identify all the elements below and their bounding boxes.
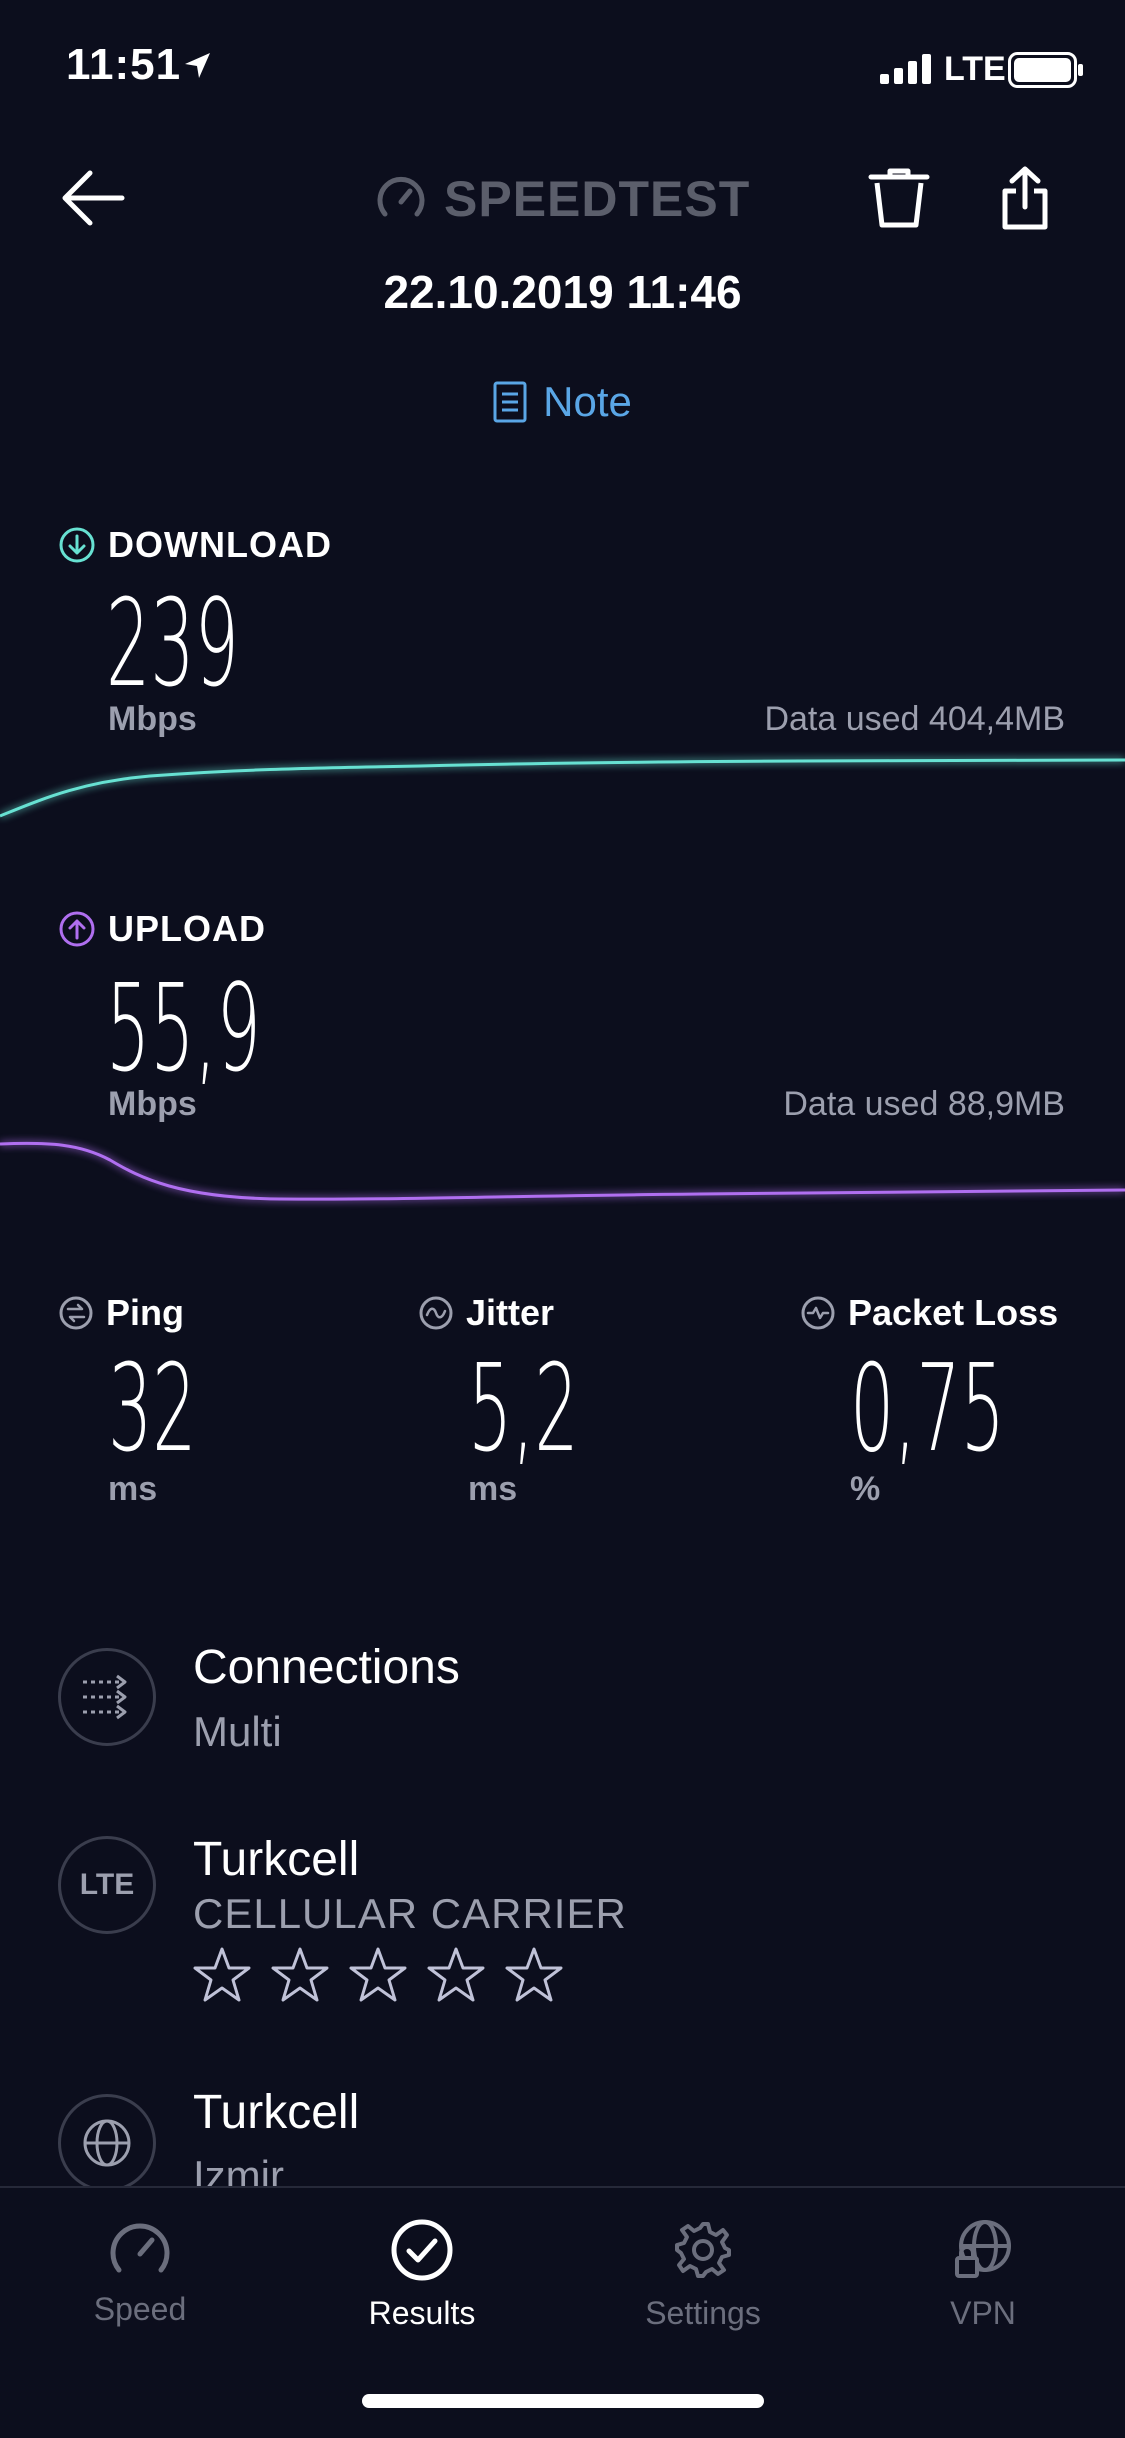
connections-value: Multi (193, 1708, 282, 1755)
globe-icon (83, 2119, 131, 2167)
packet-loss-label: Packet Loss (848, 1292, 1059, 1333)
jitter-unit: ms (468, 1470, 518, 1508)
lte-icon-circle: LTE (58, 1836, 156, 1934)
trash-icon[interactable] (866, 165, 932, 231)
ping-unit: ms (108, 1470, 158, 1508)
upload-data-used: Data used 88,9MB (783, 1085, 1065, 1123)
status-time: 11:51 (66, 40, 182, 89)
connections-icon-circle (58, 1648, 156, 1746)
tab-vpn[interactable]: VPN (883, 2218, 1083, 2332)
lte-icon: LTE (79, 1868, 135, 1901)
download-graph (0, 758, 1125, 818)
carrier-label: CELLULAR CARRIER (193, 1890, 627, 1937)
ping-label: Ping (106, 1292, 184, 1333)
star-icon[interactable] (192, 1946, 252, 2004)
upload-label: UPLOAD (108, 908, 266, 949)
gear-icon (675, 2222, 731, 2278)
home-indicator[interactable] (362, 2394, 764, 2408)
share-icon[interactable] (1000, 165, 1050, 231)
star-icon[interactable] (504, 1946, 564, 2004)
provider-name: Turkcell (193, 2086, 360, 2139)
carrier-name: Turkcell (193, 1833, 360, 1886)
upload-graph (0, 1141, 1125, 1201)
vpn-globe-lock-icon (955, 2220, 1011, 2278)
note-icon (493, 381, 527, 423)
tab-settings[interactable]: Settings (603, 2218, 803, 2332)
packet-loss-header: Packet Loss (800, 1292, 1058, 1334)
star-icon[interactable] (348, 1946, 408, 2004)
upload-arrow-icon (59, 911, 95, 947)
packet-loss-unit: % (850, 1470, 881, 1508)
download-header: DOWNLOAD (58, 524, 332, 566)
download-unit: Mbps (108, 700, 197, 738)
star-icon[interactable] (426, 1946, 486, 2004)
tab-results-label: Results (368, 2295, 476, 2331)
jitter-value: 5,2 (468, 1340, 579, 1479)
upload-value: 55,9 (106, 960, 261, 1099)
jitter-header: Jitter (418, 1292, 554, 1334)
download-arrow-icon (59, 527, 95, 563)
speedometer-icon (110, 2223, 170, 2273)
jitter-icon (419, 1296, 453, 1330)
speedtest-logo: SPEEDTEST (376, 170, 750, 228)
battery-icon (1008, 52, 1083, 88)
packet-loss-icon (801, 1296, 835, 1330)
network-type: LTE (944, 50, 1006, 88)
carrier-rating[interactable] (192, 1946, 564, 2004)
tab-vpn-label: VPN (950, 2295, 1016, 2331)
tab-speed[interactable]: Speed (40, 2218, 240, 2328)
download-value: 239 (106, 575, 239, 714)
note-button[interactable]: Note (0, 378, 1125, 426)
ping-header: Ping (58, 1292, 184, 1334)
upload-header: UPLOAD (58, 908, 266, 950)
ping-value: 32 (108, 1340, 197, 1479)
upload-unit: Mbps (108, 1085, 197, 1123)
ping-icon (59, 1296, 93, 1330)
test-date: 22.10.2019 11:46 (383, 266, 742, 318)
logo-text: SPEEDTEST (444, 171, 751, 227)
tab-results[interactable]: Results (322, 2218, 522, 2332)
back-arrow-icon[interactable] (60, 165, 126, 231)
star-icon[interactable] (270, 1946, 330, 2004)
packet-loss-value: 0,75 (850, 1340, 1005, 1479)
tab-speed-label: Speed (93, 2291, 187, 2327)
globe-icon-circle (58, 2094, 156, 2192)
tab-settings-label: Settings (645, 2295, 761, 2331)
connections-title: Connections (193, 1641, 460, 1694)
cell-signal-icon (880, 54, 931, 84)
connections-icon (83, 1674, 127, 1720)
check-circle-icon (391, 2219, 453, 2281)
jitter-label: Jitter (466, 1292, 555, 1333)
speedometer-logo-icon (377, 176, 425, 217)
location-arrow-icon (185, 53, 210, 78)
download-label: DOWNLOAD (108, 524, 332, 565)
note-label: Note (543, 378, 632, 425)
download-data-used: Data used 404,4MB (764, 700, 1065, 738)
